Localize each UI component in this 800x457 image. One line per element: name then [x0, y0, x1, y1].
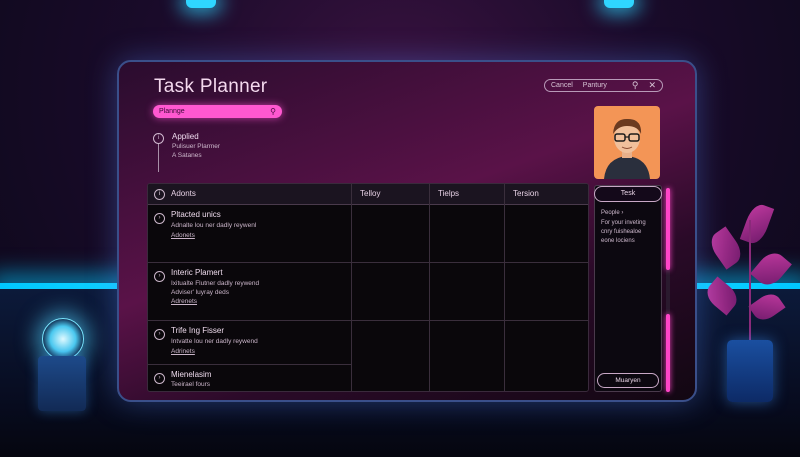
lamp-bulb [42, 318, 84, 360]
row-divider [148, 262, 588, 263]
column-header-tielps[interactable]: Tielps [438, 189, 459, 198]
column-header-telloy[interactable]: Telloy [360, 189, 380, 198]
row-desc: Intvatte lou ner dadly reywend [171, 338, 258, 345]
chevron-right-icon[interactable]: › [154, 329, 165, 340]
plant-pot [727, 340, 773, 402]
row-link[interactable]: Adrenets [171, 298, 197, 305]
search-input[interactable]: Plannge ⚲ [153, 105, 282, 118]
column-header-tersion[interactable]: Tersion [513, 189, 539, 198]
scrollbar-thumb[interactable] [666, 188, 670, 270]
pantury-button[interactable]: Pantury [583, 82, 607, 89]
task-table: i Adonts Telloy Tielps Tersion › Pltacte… [147, 183, 589, 392]
row-title: Interic Plamert [171, 268, 223, 277]
lamp-base [38, 356, 86, 411]
tesk-tab-button[interactable]: Tesk [594, 186, 662, 202]
plant-leaf [748, 289, 786, 325]
app-title: Task Planner [154, 76, 268, 97]
scrollbar-thumb[interactable] [666, 314, 670, 392]
row-divider [148, 364, 351, 365]
chevron-right-icon: › [621, 210, 624, 216]
row-desc: Ixitualte Flutner dadly reywend [171, 280, 260, 287]
potted-plant [700, 200, 800, 402]
info-icon: i [153, 133, 164, 144]
timeline-line [158, 144, 159, 172]
applied-title: Applied [172, 132, 199, 141]
people-label: People [601, 210, 620, 216]
plant-leaf [750, 247, 792, 291]
ceiling-light-right [604, 0, 634, 8]
plant-leaf [739, 201, 775, 247]
search-icon[interactable]: ⚲ [270, 107, 276, 116]
avatar-person-icon [604, 118, 650, 179]
applied-line1: Pulisuer Plarmer [172, 143, 221, 150]
info-icon: i [154, 189, 165, 200]
panel-text-line: cnry fuishealoe [601, 229, 642, 235]
desk-lamp [38, 318, 86, 411]
panel-text-line: eone lociens [601, 238, 635, 244]
column-divider [504, 184, 505, 391]
avatar[interactable] [594, 106, 660, 179]
row-link[interactable]: Adrinets [171, 348, 195, 355]
row-link[interactable]: Adonets [171, 232, 195, 239]
people-link[interactable]: People › [601, 210, 623, 216]
side-panel [594, 185, 662, 392]
close-icon[interactable]: ✕ [648, 80, 656, 91]
table-header: i Adonts Telloy Tielps Tersion [148, 184, 588, 205]
column-divider [351, 184, 352, 391]
row-desc: Teeirael fours [171, 381, 211, 388]
column-header-adonts[interactable]: Adonts [171, 189, 196, 198]
chevron-right-icon[interactable]: › [154, 213, 165, 224]
row-title: Mienelasim [171, 370, 212, 379]
row-subdesc: Adviser' luyray deds [171, 289, 229, 296]
top-action-bar: Cancel Pantury ⚲ ✕ [544, 79, 663, 92]
cancel-button[interactable]: Cancel [551, 82, 573, 89]
search-icon[interactable]: ⚲ [632, 80, 639, 91]
search-value: Plannge [159, 108, 185, 115]
applied-line2: A Satanes [172, 152, 202, 159]
row-desc: Adnalte lou ner dadly reywenl [171, 222, 257, 229]
chevron-right-icon[interactable]: › [154, 373, 165, 384]
row-title: Pltacted unics [171, 210, 221, 219]
plant-stem [749, 220, 751, 342]
plant-leaf [705, 226, 747, 270]
column-divider [429, 184, 430, 391]
monitor-screen: Task Planner Cancel Pantury ⚲ ✕ Plannge … [117, 60, 697, 402]
row-divider [148, 320, 588, 321]
chevron-right-icon[interactable]: › [154, 271, 165, 282]
row-title: Trife Ing Fisser [171, 326, 225, 335]
muaryen-button[interactable]: Muaryen [597, 373, 659, 388]
ceiling-light-left [186, 0, 216, 8]
plant-leaf [702, 276, 742, 316]
panel-text-line: For your inveting [601, 220, 646, 226]
